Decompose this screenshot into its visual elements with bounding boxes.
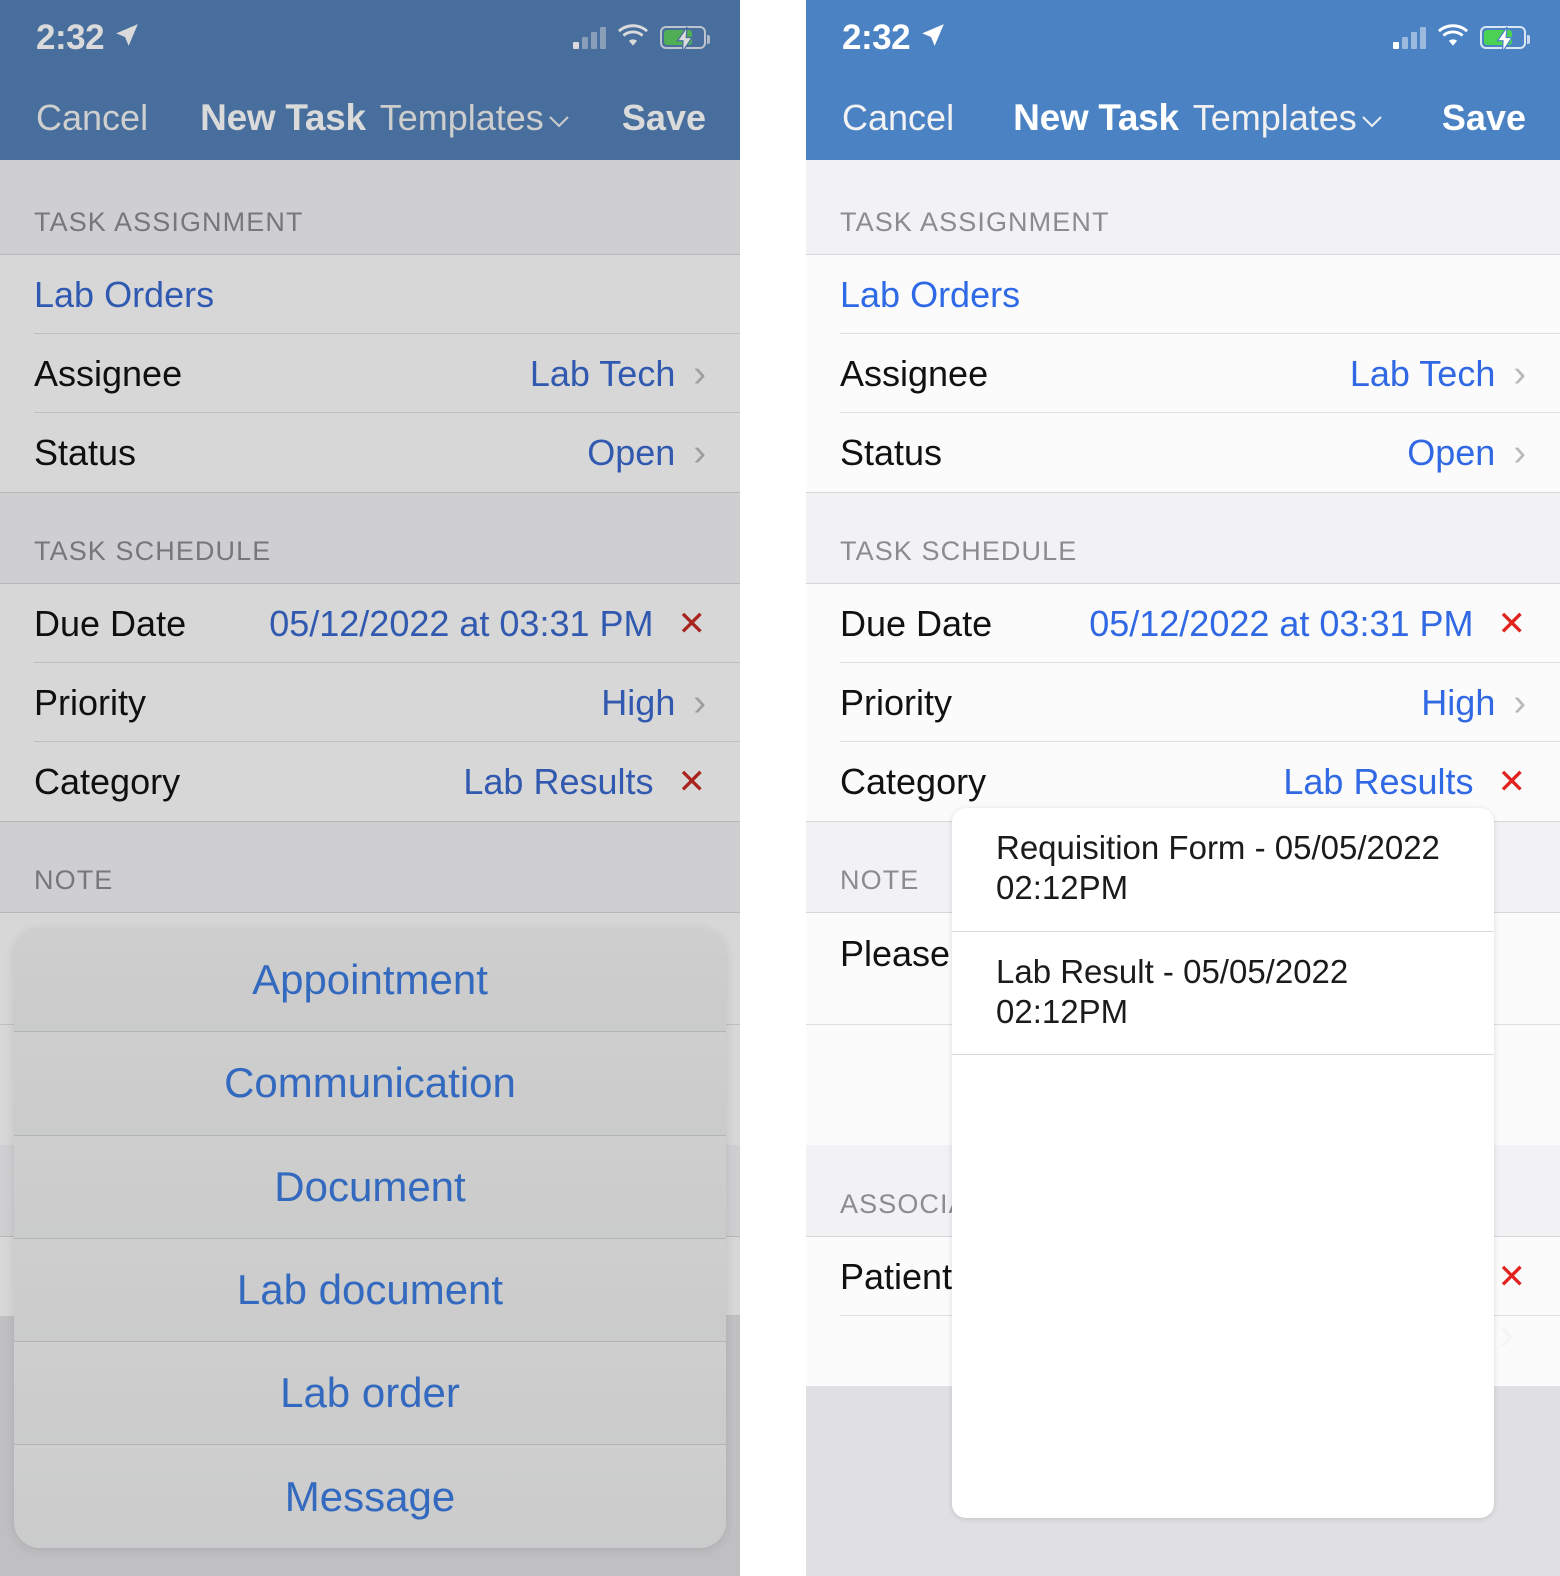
action-sheet-item-lab-order[interactable]: Lab order — [14, 1341, 726, 1445]
section-header-task-assignment: TASK ASSIGNMENT — [0, 160, 740, 255]
action-sheet-item-document[interactable]: Document — [14, 1134, 726, 1238]
templates-label: Templates — [379, 96, 544, 138]
status-bar-right — [573, 23, 710, 55]
chevron-down-icon — [1361, 97, 1383, 139]
cellular-signal-icon — [573, 26, 606, 49]
lab-orders-link[interactable]: Lab Orders — [840, 274, 1020, 316]
status-bar-left: 2:32 — [842, 18, 946, 58]
action-sheet-item-message[interactable]: Message — [14, 1444, 726, 1548]
row-priority[interactable]: Priority High › — [0, 663, 740, 742]
category-value[interactable]: Lab Results — [463, 761, 653, 803]
assignee-label: Assignee — [34, 352, 183, 394]
row-status[interactable]: Status Open › — [0, 413, 740, 492]
status-label: Status — [34, 431, 137, 473]
action-sheet: Appointment Communication Document Lab d… — [14, 928, 726, 1548]
battery-charging-icon — [660, 24, 710, 55]
wifi-icon — [1438, 23, 1468, 52]
row-lab-orders[interactable]: Lab Orders — [806, 255, 1560, 334]
priority-label: Priority — [840, 681, 953, 723]
chevron-right-icon: › — [1513, 681, 1526, 724]
chevron-down-icon — [548, 97, 570, 139]
action-sheet-item-communication[interactable]: Communication — [14, 1031, 726, 1135]
cancel-button[interactable]: Cancel — [842, 97, 954, 139]
attachment-dropdown-popup: Requisition Form - 05/05/2022 02:12PM La… — [952, 808, 1494, 1518]
chevron-right-icon: › — [1498, 1307, 1514, 1359]
templates-label: Templates — [1192, 96, 1357, 138]
clear-due-date-icon[interactable]: ✕ — [1498, 607, 1527, 641]
section-header-task-schedule: TASK SCHEDULE — [0, 492, 740, 584]
navbar-center: New Task Templates — [148, 97, 622, 139]
action-sheet-item-lab-document[interactable]: Lab document — [14, 1237, 726, 1342]
popup-empty-area — [952, 1054, 1494, 1055]
wifi-icon — [618, 23, 648, 52]
action-sheet-item-appointment[interactable]: Appointment — [14, 928, 726, 1032]
priority-value[interactable]: High — [1421, 682, 1495, 724]
section-header-note: NOTE — [0, 821, 740, 913]
save-button[interactable]: Save — [1442, 97, 1526, 139]
save-button[interactable]: Save — [622, 97, 706, 139]
navbar-center: New Task Templates — [954, 97, 1442, 139]
chevron-right-icon: › — [693, 431, 706, 474]
row-status[interactable]: Status Open › — [806, 413, 1560, 492]
phone-screen-right: 2:32 Cancel New Task Templates Save TASK… — [806, 0, 1560, 1576]
due-date-value[interactable]: 05/12/2022 at 03:31 PM — [1089, 603, 1473, 645]
assignee-value[interactable]: Lab Tech — [530, 353, 675, 395]
cancel-button[interactable]: Cancel — [36, 97, 148, 139]
chevron-right-icon: › — [1513, 352, 1526, 395]
category-value[interactable]: Lab Results — [1283, 761, 1473, 803]
clear-due-date-icon[interactable]: ✕ — [678, 607, 707, 641]
due-date-label: Due Date — [34, 602, 187, 644]
row-lab-orders[interactable]: Lab Orders — [0, 255, 740, 334]
phone-screen-left: 2:32 Cancel New Task Templates Save TASK… — [0, 0, 740, 1576]
clear-category-icon[interactable]: ✕ — [1498, 765, 1527, 799]
templates-button[interactable]: Templates — [1193, 97, 1383, 139]
row-assignee[interactable]: Assignee Lab Tech › — [806, 334, 1560, 413]
status-bar-time: 2:32 — [842, 17, 911, 57]
chevron-right-icon: › — [1513, 431, 1526, 474]
cellular-signal-icon — [1393, 26, 1426, 49]
screenshot-stage: 2:32 Cancel New Task Templates Save TASK… — [0, 0, 1560, 1576]
row-priority[interactable]: Priority High › — [806, 663, 1560, 742]
row-due-date[interactable]: Due Date 05/12/2022 at 03:31 PM ✕ — [0, 584, 740, 663]
page-title: New Task — [200, 96, 366, 138]
status-bar-left: 2:32 — [36, 18, 140, 58]
due-date-label: Due Date — [840, 602, 993, 644]
status-bar: 2:32 — [806, 0, 1560, 75]
clear-category-icon[interactable]: ✕ — [678, 765, 707, 799]
navigation-bar: Cancel New Task Templates Save — [0, 75, 740, 160]
due-date-value[interactable]: 05/12/2022 at 03:31 PM — [269, 603, 653, 645]
status-bar-time: 2:32 — [36, 17, 105, 57]
priority-value[interactable]: High — [601, 682, 675, 724]
popup-item-requisition-form[interactable]: Requisition Form - 05/05/2022 02:12PM — [952, 808, 1494, 931]
location-arrow-icon — [920, 22, 946, 53]
section-header-task-assignment: TASK ASSIGNMENT — [806, 160, 1560, 255]
location-arrow-icon — [114, 22, 140, 53]
row-due-date[interactable]: Due Date 05/12/2022 at 03:31 PM ✕ — [806, 584, 1560, 663]
category-label: Category — [840, 760, 987, 802]
patient-label: Patient — [840, 1255, 953, 1297]
status-bar: 2:32 — [0, 0, 740, 75]
priority-label: Priority — [34, 681, 147, 723]
section-header-task-schedule: TASK SCHEDULE — [806, 492, 1560, 584]
templates-button[interactable]: Templates — [380, 97, 570, 139]
row-assignee[interactable]: Assignee Lab Tech › — [0, 334, 740, 413]
chevron-right-icon: › — [693, 681, 706, 724]
status-value[interactable]: Open — [1407, 432, 1495, 474]
chevron-right-icon: › — [693, 352, 706, 395]
popup-item-lab-result[interactable]: Lab Result - 05/05/2022 02:12PM — [952, 930, 1494, 1055]
lab-orders-link[interactable]: Lab Orders — [34, 274, 214, 316]
row-category[interactable]: Category Lab Results ✕ — [0, 742, 740, 821]
status-bar-right — [1393, 23, 1530, 55]
navigation-bar: Cancel New Task Templates Save — [806, 75, 1560, 160]
page-title: New Task — [1013, 96, 1179, 138]
clear-patient-icon[interactable]: ✕ — [1498, 1260, 1527, 1294]
battery-charging-icon — [1480, 24, 1530, 55]
assignee-value[interactable]: Lab Tech — [1350, 353, 1495, 395]
status-label: Status — [840, 431, 943, 473]
assignee-label: Assignee — [840, 352, 989, 394]
category-label: Category — [34, 760, 181, 802]
status-value[interactable]: Open — [587, 432, 675, 474]
